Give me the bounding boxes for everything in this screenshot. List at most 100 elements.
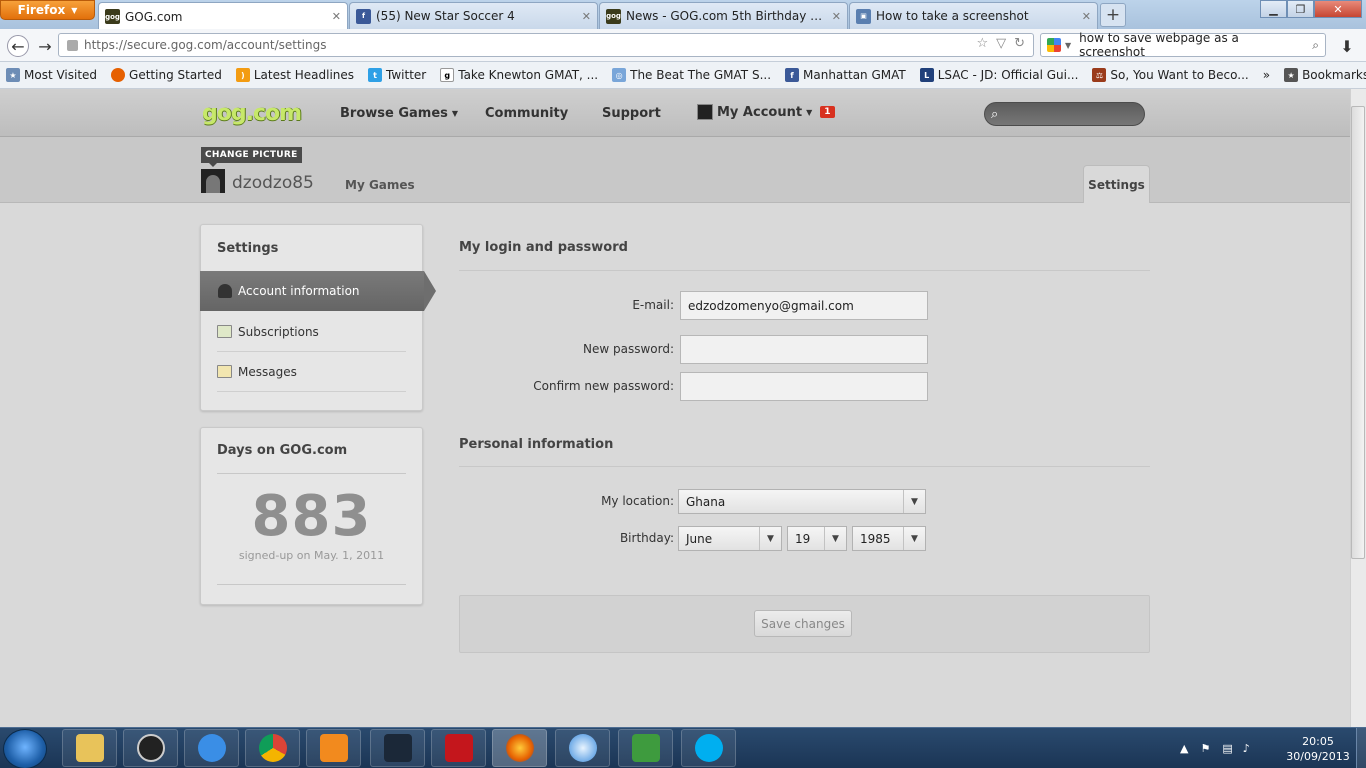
folder-icon xyxy=(75,734,104,762)
email-value: edzodzomenyo@gmail.com xyxy=(688,298,854,313)
nav-my-account[interactable]: My Account ▼ 1 xyxy=(697,104,835,120)
firefox-menu-button[interactable]: Firefox ▼ xyxy=(0,0,95,20)
avatar[interactable] xyxy=(201,169,225,193)
nav-label: Community xyxy=(485,106,569,121)
tab-gog[interactable]: gog GOG.com ✕ xyxy=(98,2,348,30)
downloads-button[interactable]: ⬇ xyxy=(1336,35,1358,57)
taskbar-clock[interactable]: 20:05 30/09/2013 xyxy=(1283,734,1353,764)
taskbar-chrome[interactable] xyxy=(245,729,300,767)
sidebar-item-subscriptions[interactable]: Subscriptions xyxy=(217,312,406,352)
close-icon[interactable]: ✕ xyxy=(582,10,591,23)
address-bar[interactable]: https://secure.gog.com/account/settings … xyxy=(58,33,1034,57)
dropdown-icon[interactable]: ▽ xyxy=(996,36,1006,51)
change-picture-tooltip[interactable]: CHANGE PICTURE xyxy=(201,147,302,167)
arrow-right-icon: → xyxy=(38,36,52,56)
bookmark-beat-the-gmat[interactable]: ◎ The Beat The GMAT S... xyxy=(612,68,771,82)
tab-gog-news[interactable]: gog News - GOG.com 5th Birthday Givea...… xyxy=(599,2,848,29)
volume-icon[interactable]: ♪ xyxy=(1243,742,1250,755)
reload-icon[interactable]: ↻ xyxy=(1014,36,1025,51)
tab-settings[interactable]: Settings xyxy=(1083,165,1150,203)
bookmark-lsac[interactable]: L LSAC - JD: Official Gui... xyxy=(919,68,1079,82)
show-hidden-icons-icon[interactable]: ▲ xyxy=(1180,742,1188,755)
skype-icon xyxy=(694,734,723,762)
bookmark-label: Latest Headlines xyxy=(253,68,355,82)
taskbar-media-player[interactable] xyxy=(306,729,361,767)
taskbar-explorer[interactable] xyxy=(62,729,117,767)
caret-down-icon: ▼ xyxy=(806,107,813,117)
action-center-icon[interactable]: ⚑ xyxy=(1200,742,1210,755)
sidebar-item-account-information[interactable]: Account information xyxy=(200,271,424,311)
taskbar-ie[interactable] xyxy=(184,729,239,767)
birthday-month-select[interactable]: June ▼ xyxy=(678,526,782,551)
taskbar-snipping-tool[interactable] xyxy=(618,729,673,767)
forward-button[interactable]: → xyxy=(34,35,56,57)
sidebar-item-messages[interactable]: Messages xyxy=(217,352,406,392)
bookmarks-menu-button[interactable]: ★ Bookmarks xyxy=(1284,68,1366,82)
minimize-button[interactable]: ▁ xyxy=(1260,0,1287,18)
search-bar[interactable]: ▼ how to save webpage as a screenshot ⌕ xyxy=(1040,31,1326,59)
close-window-button[interactable]: ✕ xyxy=(1314,0,1362,18)
nav-support[interactable]: Support xyxy=(602,106,661,121)
new-tab-button[interactable]: + xyxy=(1100,3,1126,27)
nav-browse-games[interactable]: Browse Games ▼ xyxy=(340,106,458,121)
restore-button[interactable]: ❐ xyxy=(1287,0,1314,18)
user-silhouette-icon xyxy=(206,175,220,193)
bookmark-manhattan-gmat[interactable]: f Manhattan GMAT xyxy=(785,68,906,82)
divider xyxy=(459,270,1150,271)
star-icon[interactable]: ☆ xyxy=(976,36,988,51)
start-button[interactable] xyxy=(3,729,47,768)
rss-icon: ) xyxy=(235,68,250,82)
location-select[interactable]: Ghana ▼ xyxy=(678,489,926,514)
arrow-down-icon: ⬇ xyxy=(1340,36,1354,56)
bookmark-label: LSAC - JD: Official Gui... xyxy=(937,68,1079,82)
back-button[interactable]: ← xyxy=(7,35,29,57)
close-icon[interactable]: ✕ xyxy=(832,10,841,23)
bookmark-label: Most Visited xyxy=(24,68,98,82)
twitter-icon: t xyxy=(368,68,383,82)
bookmark-latest-headlines[interactable]: ) Latest Headlines xyxy=(235,68,355,82)
close-icon[interactable]: ✕ xyxy=(332,10,341,23)
caret-down-icon: ▼ xyxy=(759,527,781,550)
bookmark-twitter[interactable]: t Twitter xyxy=(368,68,426,82)
save-changes-button[interactable]: Save changes xyxy=(754,610,852,637)
email-field[interactable]: edzodzomenyo@gmail.com xyxy=(680,291,928,320)
bookmark-most-visited[interactable]: ★ Most Visited xyxy=(6,68,97,82)
divider xyxy=(217,473,406,474)
bookmarks-overflow-button[interactable]: » xyxy=(1263,68,1270,82)
my-games-link[interactable]: My Games xyxy=(345,178,415,192)
network-icon[interactable]: ▤ xyxy=(1222,742,1232,755)
show-desktop-button[interactable] xyxy=(1356,728,1366,768)
close-icon: ✕ xyxy=(1333,2,1343,16)
gog-favicon-icon: gog xyxy=(606,8,621,24)
taskbar-acrobat[interactable] xyxy=(431,729,486,767)
chevron-down-icon[interactable]: ▼ xyxy=(1065,41,1071,50)
taskbar-steam[interactable] xyxy=(370,729,425,767)
taskbar-hp[interactable] xyxy=(123,729,178,767)
birthday-year-select[interactable]: 1985 ▼ xyxy=(852,526,926,551)
lsac-icon: L xyxy=(919,68,934,82)
taskbar-skype[interactable] xyxy=(681,729,736,767)
scales-icon: ⚖ xyxy=(1092,68,1107,82)
gog-logo[interactable]: gog.com xyxy=(202,101,302,126)
personal-section-title: Personal information xyxy=(459,437,614,452)
close-icon[interactable]: ✕ xyxy=(1082,10,1091,23)
new-password-field[interactable] xyxy=(680,335,928,364)
tab-screenshot-howto[interactable]: ▣ How to take a screenshot ✕ xyxy=(849,2,1098,29)
nav-community[interactable]: Community xyxy=(485,106,568,121)
site-search-input[interactable]: ⌕ xyxy=(984,102,1145,126)
tab-new-star-soccer[interactable]: f (55) New Star Soccer 4 ✕ xyxy=(349,2,598,29)
bookmark-so-you-want[interactable]: ⚖ So, You Want to Beco... xyxy=(1092,68,1249,82)
confirm-password-field[interactable] xyxy=(680,372,928,401)
google-icon[interactable] xyxy=(1047,38,1061,52)
scrollbar-thumb[interactable] xyxy=(1351,106,1365,559)
notification-badge[interactable]: 1 xyxy=(820,106,835,118)
birthday-day-select[interactable]: 19 ▼ xyxy=(787,526,847,551)
login-section-title: My login and password xyxy=(459,240,628,255)
search-icon[interactable]: ⌕ xyxy=(1312,38,1319,53)
taskbar-itunes[interactable] xyxy=(555,729,610,767)
bookmark-label: So, You Want to Beco... xyxy=(1110,68,1249,82)
envelope-icon xyxy=(217,365,232,378)
taskbar-firefox[interactable] xyxy=(492,729,547,767)
bookmark-knewton[interactable]: g Take Knewton GMAT, ... xyxy=(440,68,598,82)
bookmark-getting-started[interactable]: Getting Started xyxy=(111,68,222,82)
